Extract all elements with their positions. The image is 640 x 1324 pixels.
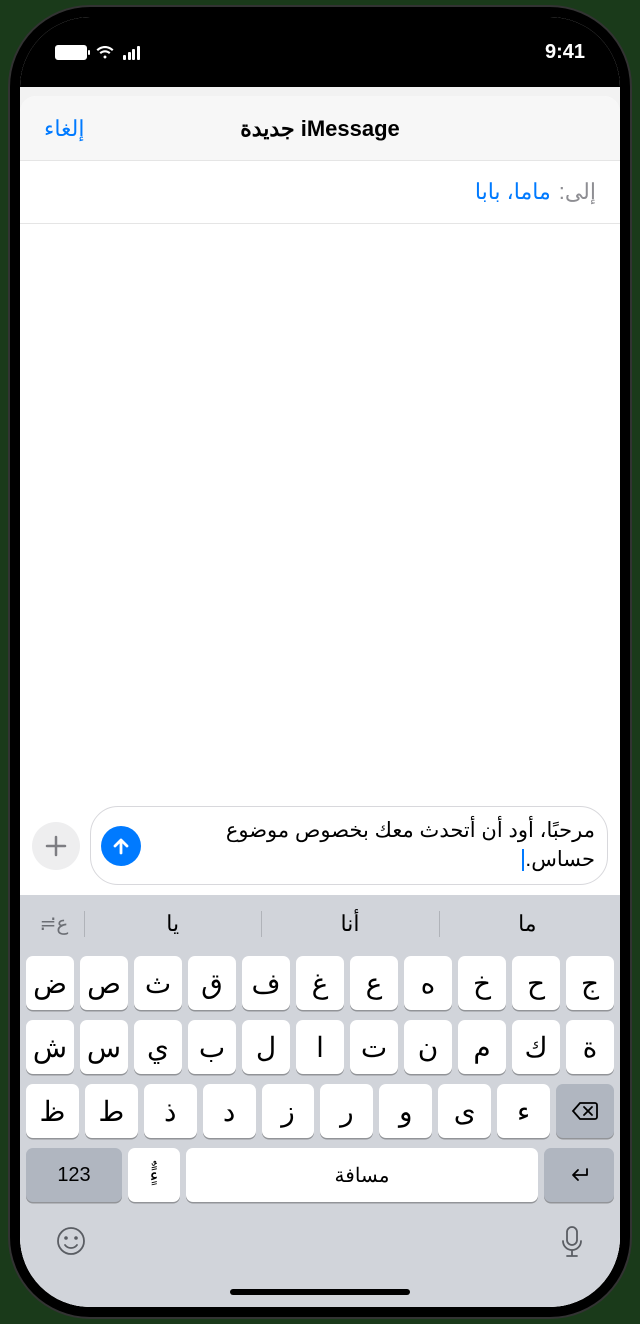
keyboard-bottom	[20, 1207, 620, 1267]
mic-icon	[559, 1225, 585, 1259]
backspace-key[interactable]	[556, 1084, 614, 1138]
predictive-bar: ما أنا يا ع≒	[20, 895, 620, 951]
phone-frame: 9:41 إلغاء iMessage جديدة إلى: ماما، باب…	[10, 7, 630, 1317]
arrow-up-icon	[111, 836, 131, 856]
phone-screen: 9:41 إلغاء iMessage جديدة إلى: ماما، باب…	[20, 17, 620, 1307]
key-feh[interactable]: ف	[242, 956, 290, 1010]
key-teh-marbuta[interactable]: ة	[566, 1020, 614, 1074]
key-ghain[interactable]: غ	[296, 956, 344, 1010]
key-ain[interactable]: ع	[350, 956, 398, 1010]
message-input[interactable]: مرحبًا، أود أن أتحدث معك بخصوص موضوع حسا…	[90, 806, 608, 885]
key-khah[interactable]: خ	[458, 956, 506, 1010]
compose-row: مرحبًا، أود أن أتحدث معك بخصوص موضوع حسا…	[20, 798, 620, 895]
predict-emoji[interactable]: ع≒	[24, 903, 84, 945]
to-label: إلى:	[559, 179, 596, 205]
plus-icon	[45, 835, 67, 857]
key-row-2: ة ك م ن ت ا ل ب ي س ش	[20, 1015, 620, 1079]
key-meem[interactable]: م	[458, 1020, 506, 1074]
key-qaf[interactable]: ق	[188, 956, 236, 1010]
key-beh[interactable]: ب	[188, 1020, 236, 1074]
add-button[interactable]	[32, 822, 80, 870]
battery-icon	[55, 45, 87, 60]
key-tah[interactable]: ط	[85, 1084, 138, 1138]
key-alef[interactable]: ا	[296, 1020, 344, 1074]
space-key[interactable]: مسافة	[186, 1148, 538, 1202]
key-zain[interactable]: ز	[262, 1084, 315, 1138]
to-recipients: ماما، بابا	[475, 179, 551, 205]
key-reh[interactable]: ر	[320, 1084, 373, 1138]
key-row-3: ء ى و ر ز د ذ ط ظ	[20, 1079, 620, 1143]
backspace-icon	[571, 1101, 599, 1121]
return-icon	[565, 1165, 593, 1185]
key-hah[interactable]: ح	[512, 956, 560, 1010]
key-kaf[interactable]: ك	[512, 1020, 560, 1074]
return-key[interactable]	[544, 1148, 614, 1202]
keyboard: ما أنا يا ع≒ ج ح خ ه ع غ ف ق ث ص ض	[20, 895, 620, 1307]
predict-3[interactable]: يا	[84, 903, 261, 945]
status-left	[55, 45, 143, 60]
key-alef-maksura[interactable]: ى	[438, 1084, 491, 1138]
send-button[interactable]	[101, 826, 141, 866]
key-dad[interactable]: ض	[26, 956, 74, 1010]
key-heh[interactable]: ه	[404, 956, 452, 1010]
key-seen[interactable]: س	[80, 1020, 128, 1074]
home-indicator[interactable]	[230, 1289, 410, 1295]
cancel-button[interactable]: إلغاء	[44, 116, 84, 142]
message-text: مرحبًا، أود أن أتحدث معك بخصوص موضوع حسا…	[151, 817, 595, 874]
diacritic-key[interactable]: ءًٌٍ	[128, 1148, 180, 1202]
nav-header: إلغاء iMessage جديدة	[20, 96, 620, 161]
key-zah[interactable]: ظ	[26, 1084, 79, 1138]
key-yeh[interactable]: ي	[134, 1020, 182, 1074]
key-row-1: ج ح خ ه ع غ ف ق ث ص ض	[20, 951, 620, 1015]
wifi-icon	[95, 45, 115, 60]
numbers-key[interactable]: 123	[26, 1148, 122, 1202]
key-lam[interactable]: ل	[242, 1020, 290, 1074]
key-noon[interactable]: ن	[404, 1020, 452, 1074]
key-theh[interactable]: ث	[134, 956, 182, 1010]
key-row-4: مسافة ءًٌٍ 123	[20, 1143, 620, 1207]
conversation-area	[20, 224, 620, 798]
cellular-icon	[123, 45, 143, 60]
dictation-button[interactable]	[559, 1225, 585, 1267]
key-thal[interactable]: ذ	[144, 1084, 197, 1138]
key-sheen[interactable]: ش	[26, 1020, 74, 1074]
key-sad[interactable]: ص	[80, 956, 128, 1010]
emoji-button[interactable]	[55, 1225, 87, 1267]
nav-title: iMessage جديدة	[240, 116, 400, 142]
key-teh[interactable]: ت	[350, 1020, 398, 1074]
key-dal[interactable]: د	[203, 1084, 256, 1138]
dynamic-island	[238, 25, 403, 67]
key-hamza[interactable]: ء	[497, 1084, 550, 1138]
predict-2[interactable]: أنا	[261, 903, 438, 945]
status-time: 9:41	[545, 41, 585, 64]
predict-1[interactable]: ما	[439, 903, 616, 945]
to-field[interactable]: إلى: ماما، بابا	[20, 161, 620, 224]
key-waw[interactable]: و	[379, 1084, 432, 1138]
emoji-icon	[55, 1225, 87, 1257]
key-jeem[interactable]: ج	[566, 956, 614, 1010]
compose-sheet: إلغاء iMessage جديدة إلى: ماما، بابا مرح…	[20, 96, 620, 1307]
